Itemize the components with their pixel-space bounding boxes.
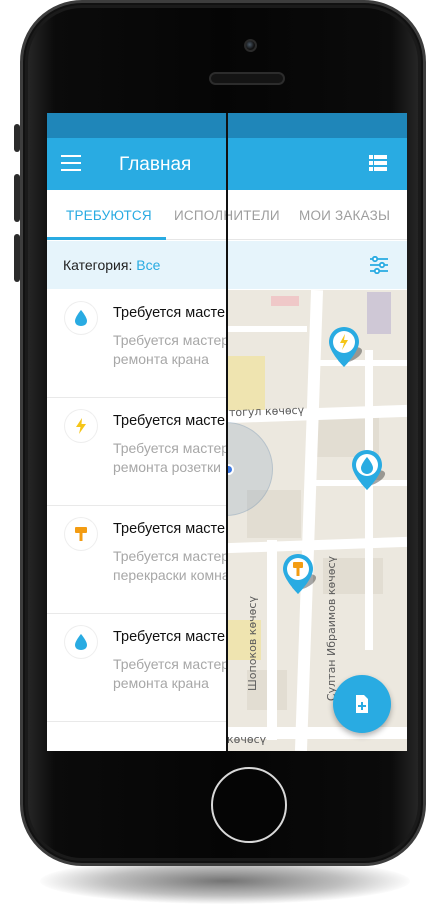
category-label: Категория: Все bbox=[63, 257, 160, 273]
item-description: Требуется мастер для перекраски комнаты bbox=[113, 547, 227, 585]
item-description: Требуется мастер для ремонта розетки bbox=[113, 439, 227, 477]
front-camera bbox=[244, 39, 257, 52]
item-description-line: Требуется мастер для bbox=[113, 332, 227, 348]
item-title: Требуется мастер bbox=[113, 629, 227, 645]
earpiece-speaker bbox=[209, 72, 285, 85]
map-building bbox=[227, 356, 265, 410]
list-item[interactable]: Требуется мастер Требуется мастер для ре… bbox=[47, 290, 227, 398]
item-title: Требуется мастер bbox=[113, 305, 227, 321]
item-description: Требуется мастер для ремонта крана bbox=[113, 331, 227, 369]
map-road bbox=[365, 350, 373, 650]
street-label: көчөсү bbox=[227, 733, 267, 746]
lightning-icon bbox=[65, 410, 97, 442]
home-button[interactable] bbox=[211, 767, 287, 843]
volume-up-button bbox=[14, 174, 20, 222]
active-tab-indicator bbox=[47, 237, 166, 240]
street-label: Султан Ибраимов көчөсү bbox=[325, 555, 339, 702]
item-description-line: ремонта крана bbox=[113, 675, 209, 691]
lightning-pin-icon[interactable] bbox=[328, 325, 363, 371]
street-label: Шопоков көчөсү bbox=[245, 596, 259, 691]
map-poi-area bbox=[271, 296, 299, 306]
item-description-line: ремонта розетки bbox=[113, 459, 222, 475]
item-description-line: ремонта крана bbox=[113, 351, 209, 367]
hamburger-menu-icon[interactable] bbox=[61, 155, 81, 171]
paint-brush-icon bbox=[65, 518, 97, 550]
street-label: тогул көчөсү bbox=[228, 403, 305, 420]
list-view-icon[interactable] bbox=[369, 155, 387, 171]
water-drop-icon bbox=[65, 626, 97, 658]
tab-required[interactable]: ТРЕБУЮТСЯ bbox=[66, 208, 152, 223]
category-caption: Категория: bbox=[63, 257, 133, 273]
tab-my-orders[interactable]: МОИ ЗАКАЗЫ bbox=[299, 208, 390, 223]
item-description: Требуется мастер для ремонта крана bbox=[113, 655, 227, 693]
item-title: Требуется мастер bbox=[113, 413, 227, 429]
item-description-line: Требуется мастер для bbox=[113, 656, 227, 672]
list-item[interactable]: Требуется мастер Требуется мастер для ре… bbox=[47, 614, 227, 722]
page-title: Главная bbox=[119, 154, 192, 175]
list-item[interactable]: Требуется мастер Требуется мастер для ре… bbox=[47, 398, 227, 506]
water-drop-icon bbox=[65, 302, 97, 334]
list-item[interactable]: Требуется мастер Требуется мастер для пе… bbox=[47, 506, 227, 614]
requests-list: Требуется мастер Требуется мастер для ре… bbox=[47, 290, 227, 751]
map-building bbox=[367, 292, 391, 334]
water-drop-pin-icon[interactable] bbox=[351, 448, 386, 494]
item-description-line: перекраски комнаты bbox=[113, 567, 227, 583]
map-road bbox=[267, 540, 277, 740]
item-description-line: Требуется мастер для bbox=[113, 548, 227, 564]
item-title: Требуется мастер bbox=[113, 521, 227, 537]
item-description-line: Требуется мастер для bbox=[113, 440, 227, 456]
split-divider bbox=[226, 113, 228, 751]
new-document-icon bbox=[356, 695, 368, 713]
map-road bbox=[227, 326, 307, 332]
add-request-button[interactable] bbox=[333, 675, 391, 733]
mute-switch bbox=[14, 124, 20, 152]
app-screen: тогул көчөсү Шопоков көчөсү Султан Ибраи… bbox=[47, 113, 407, 751]
volume-down-button bbox=[14, 234, 20, 282]
filter-sliders-icon[interactable] bbox=[369, 255, 389, 275]
paint-brush-pin-icon[interactable] bbox=[282, 552, 317, 598]
category-value[interactable]: Все bbox=[136, 257, 160, 273]
